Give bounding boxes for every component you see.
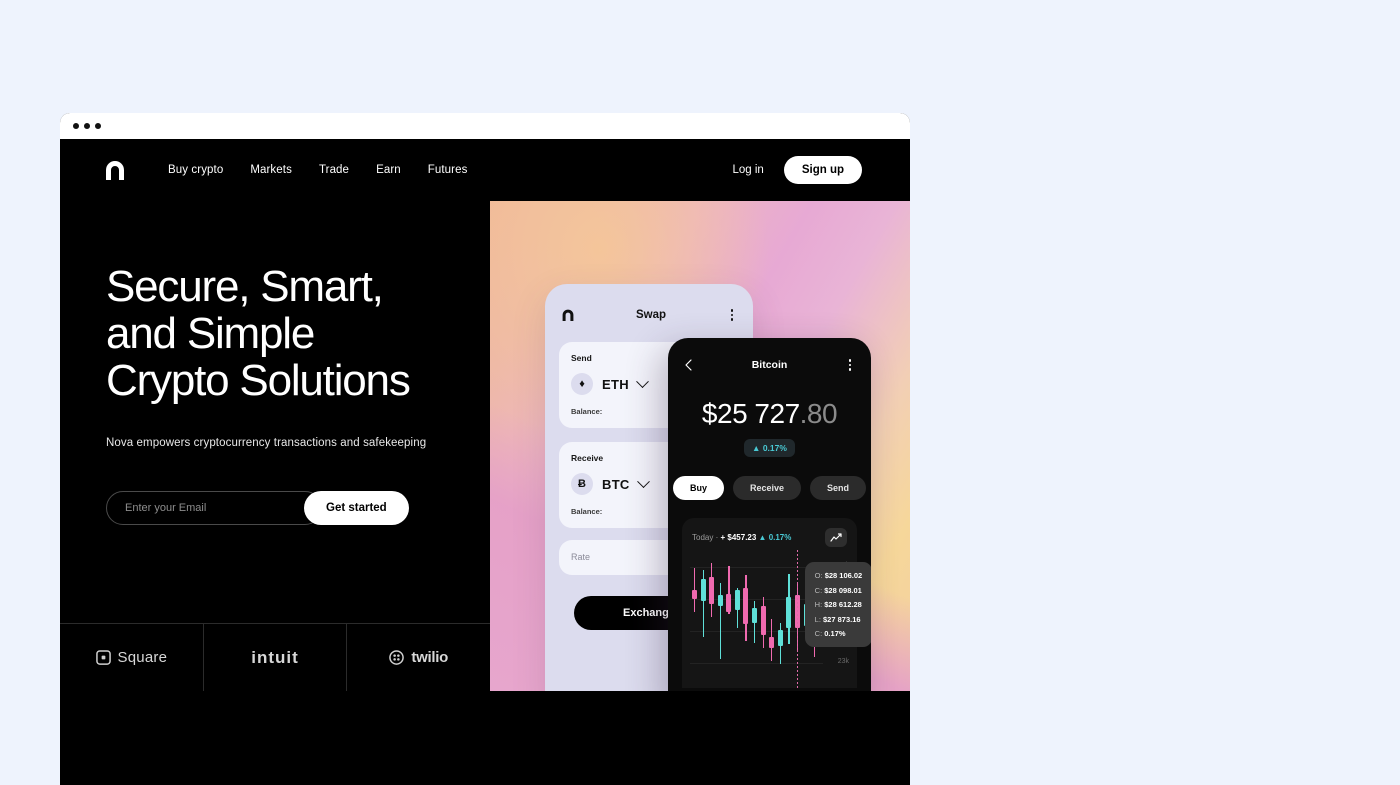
line-chart-icon[interactable] <box>825 528 847 547</box>
hero-subtitle: Nova empowers cryptocurrency transaction… <box>106 437 427 450</box>
ohlc-value: $28 612.28 <box>824 600 862 609</box>
bitcoin-phone-mockup: Bitcoin $25 727.80 ▲ 0.17% Buy Receive S… <box>668 338 871 691</box>
ohlc-value: $27 873.16 <box>823 614 861 624</box>
nav-item-trade[interactable]: Trade <box>319 164 349 176</box>
bitcoin-price-cents: .80 <box>799 398 838 429</box>
hero-visual-panel: Swap Send ♦ ETH Balance: Receive Ƀ BTC B… <box>490 201 910 691</box>
chevron-down-icon <box>636 374 649 388</box>
ohlc-value: 0.17% <box>824 629 846 638</box>
ethereum-icon: ♦ <box>571 373 593 395</box>
receive-token-symbol: BTC <box>602 476 630 492</box>
brand-logo-intuit: intuit <box>202 624 347 691</box>
chevron-down-icon <box>636 474 650 488</box>
buy-button[interactable]: Buy <box>672 476 724 500</box>
send-button[interactable]: Send <box>810 476 867 500</box>
chart-separator: · <box>715 533 719 542</box>
kebab-menu-icon[interactable] <box>725 309 739 321</box>
bitcoin-action-buttons: Buy Receive Send <box>672 476 867 500</box>
chart-period-label: Today <box>692 533 714 542</box>
brand-label-square: Square <box>117 649 168 666</box>
ohlc-key: L: <box>814 614 824 624</box>
ohlc-key: C: <box>814 629 825 638</box>
window-dot-maximize[interactable] <box>95 123 101 129</box>
price-chart-card: Today · + $457.23 ▲ 0.17% 26k25k24 <box>682 518 871 688</box>
primary-nav: Buy crypto Markets Trade Earn Futures <box>168 164 467 176</box>
chart-summary: Today · + $457.23 ▲ 0.17% <box>692 533 791 542</box>
brand-logo-square: Square <box>60 624 203 691</box>
chart-header: Today · + $457.23 ▲ 0.17% <box>692 528 847 547</box>
bitcoin-price: $25 727.80 <box>682 398 857 430</box>
ohlc-key: C: <box>814 585 825 595</box>
ohlc-value: $28 106.02 <box>824 571 863 580</box>
login-link[interactable]: Log in <box>732 164 763 176</box>
ohlc-row: C: 0.17% <box>815 629 863 638</box>
brand-label-intuit: intuit <box>251 647 299 667</box>
email-field[interactable] <box>106 491 322 526</box>
send-token-symbol: ETH <box>602 376 629 392</box>
nav-item-buy-crypto[interactable]: Buy crypto <box>168 164 223 176</box>
ohlc-key: H: <box>814 600 825 609</box>
bitcoin-price-main: $25 727 <box>701 398 800 429</box>
brand-logo-twilio: twilio <box>346 624 490 691</box>
chart-gridline <box>690 630 823 632</box>
receive-button[interactable]: Receive <box>732 476 802 500</box>
swap-header: Swap <box>559 302 739 328</box>
chart-change-percent: ▲ 0.17% <box>758 533 792 542</box>
bitcoin-title: Bitcoin <box>751 359 788 371</box>
ohlc-key: O: <box>814 571 825 580</box>
chevron-left-icon[interactable] <box>682 358 696 372</box>
window-dot-minimize[interactable] <box>84 123 90 129</box>
ohlc-tooltip: O: $28 106.02 C: $28 098.01 H: $28 612.28 L… <box>804 562 871 647</box>
nav-item-futures[interactable]: Futures <box>428 164 468 176</box>
window-dot-close[interactable] <box>73 123 79 129</box>
nova-arch-logo-icon <box>562 309 574 321</box>
ohlc-row: L: $27 873.16 <box>815 615 863 624</box>
hero-section: Secure, Smart, and Simple Crypto Solutio… <box>60 201 910 691</box>
page-bottom-section <box>60 691 910 785</box>
chart-cursor-line <box>796 550 798 688</box>
bitcoin-header: Bitcoin <box>682 354 857 376</box>
kebab-menu-icon[interactable] <box>843 359 857 371</box>
get-started-button[interactable]: Get started <box>304 491 409 526</box>
ohlc-row: C: $28 098.01 <box>815 586 863 595</box>
chart-change-amount: + $457.23 <box>720 533 757 542</box>
square-logo-icon <box>95 650 111 665</box>
twilio-logo-icon <box>389 650 405 665</box>
hero-left-panel: Secure, Smart, and Simple Crypto Solutio… <box>60 201 490 691</box>
chart-gridline <box>690 662 823 664</box>
chart-ytick-label: 23k <box>837 657 849 665</box>
swap-title: Swap <box>635 309 667 321</box>
signup-button[interactable]: Sign up <box>783 156 862 184</box>
status-badge: ▲ 0.17% <box>744 439 795 457</box>
ohlc-value: $28 098.01 <box>824 585 862 595</box>
candlestick-plot[interactable]: 26k25k24k23kO: $28 106.02C: $28 098.01H:… <box>690 550 871 688</box>
bitcoin-icon: Ƀ <box>571 473 593 495</box>
signup-form: Get started <box>106 491 490 526</box>
ohlc-row: H: $28 612.28 <box>815 600 863 609</box>
browser-window-mockup: Buy crypto Markets Trade Earn Futures Lo… <box>60 113 910 785</box>
ohlc-row: O: $28 106.02 <box>815 571 863 580</box>
brand-logo-strip: Square intuit twilio <box>60 623 490 691</box>
nav-item-earn[interactable]: Earn <box>376 164 401 176</box>
brand-label-twilio: twilio <box>411 649 448 666</box>
browser-titlebar <box>60 113 910 139</box>
chart-gridline <box>690 567 823 569</box>
page-title: Secure, Smart, and Simple Crypto Solutio… <box>106 262 411 406</box>
nova-arch-logo-icon[interactable] <box>100 155 130 185</box>
nav-item-markets[interactable]: Markets <box>250 164 292 176</box>
site-navbar: Buy crypto Markets Trade Earn Futures Lo… <box>60 139 910 201</box>
nav-actions: Log in Sign up <box>732 156 862 184</box>
